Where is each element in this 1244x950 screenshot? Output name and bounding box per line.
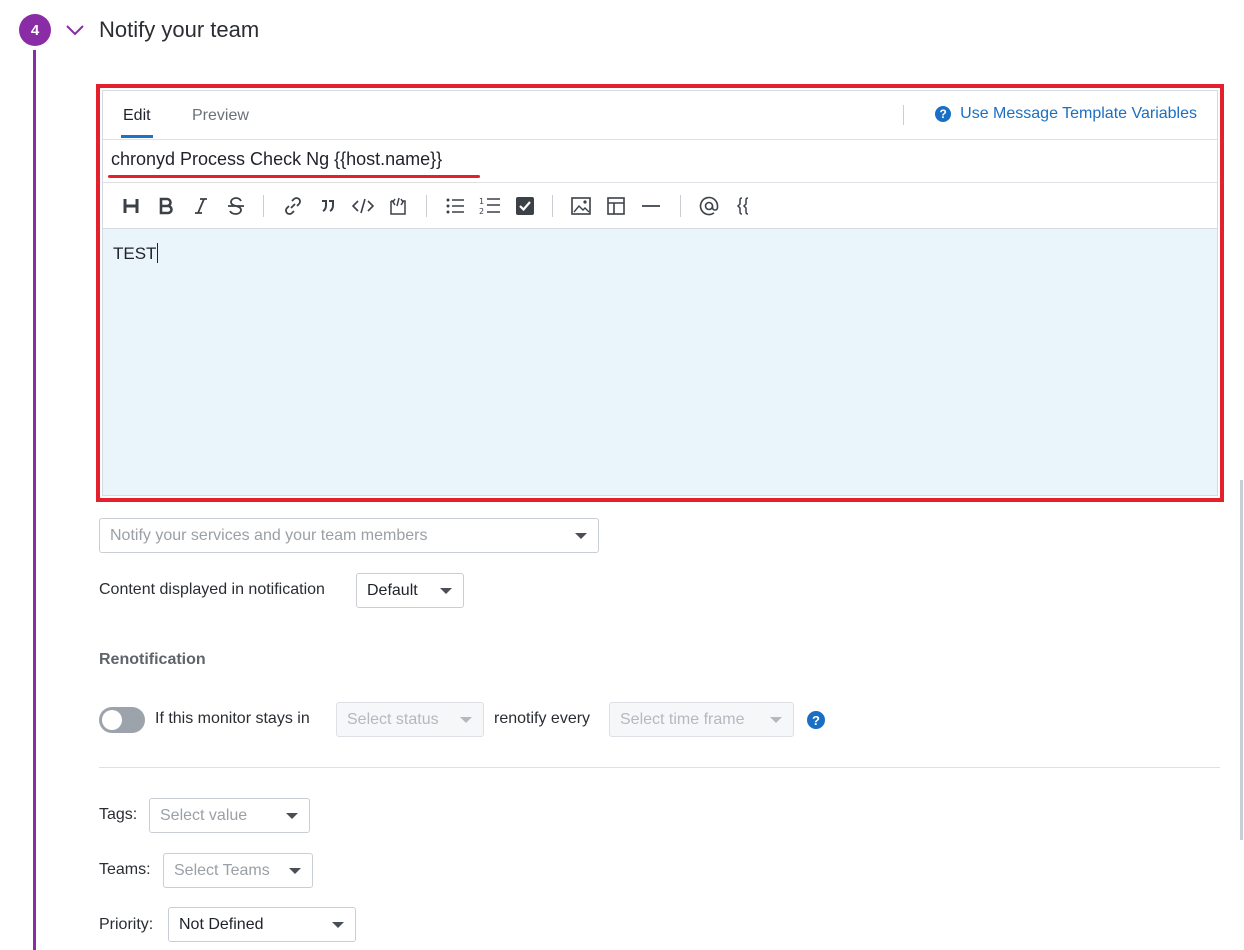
notify-recipients-select[interactable]: Notify your services and your team membe… <box>99 518 599 553</box>
step-number-badge: 4 <box>19 14 51 46</box>
message-editor: Edit Preview ? Use Message Template Vari… <box>102 90 1218 496</box>
title-underline-annotation <box>108 175 480 178</box>
message-title-input[interactable]: chronyd Process Check Ng {{host.name}} <box>111 149 442 170</box>
active-tab-indicator <box>121 135 153 138</box>
notify-recipients-placeholder: Notify your services and your team membe… <box>110 526 428 544</box>
question-circle-icon[interactable]: ? <box>807 711 825 729</box>
page-scrollbar[interactable] <box>1240 480 1243 840</box>
caret-down-icon <box>332 921 344 928</box>
template-variables-label: Use Message Template Variables <box>960 105 1197 122</box>
teams-placeholder: Select Teams <box>174 861 270 879</box>
caret-down-icon <box>460 716 472 723</box>
mention-icon[interactable] <box>697 194 721 218</box>
content-displayed-label: Content displayed in notification <box>99 581 325 598</box>
strikethrough-icon[interactable] <box>224 194 248 218</box>
teams-select[interactable]: Select Teams <box>163 853 313 888</box>
link-icon[interactable] <box>281 194 305 218</box>
renotify-prefix-label: If this monitor stays in <box>155 710 310 727</box>
priority-value: Not Defined <box>179 915 264 933</box>
checkbox-list-icon[interactable] <box>513 194 537 218</box>
toolbar-divider <box>426 195 427 217</box>
caret-down-icon <box>286 812 298 819</box>
formatting-toolbar: 12 <box>103 183 1217 229</box>
tab-edit[interactable]: Edit <box>123 107 151 125</box>
bullet-list-icon[interactable] <box>443 194 467 218</box>
chevron-down-icon[interactable] <box>64 22 86 38</box>
priority-label: Priority: <box>99 916 154 933</box>
toggle-knob <box>102 710 122 730</box>
section-title: Notify your team <box>99 17 260 42</box>
template-variables-link[interactable]: ? Use Message Template Variables <box>935 105 1197 123</box>
renotify-timeframe-select[interactable]: Select time frame <box>609 702 794 737</box>
numbered-list-icon[interactable]: 12 <box>478 194 502 218</box>
horizontal-rule-icon[interactable] <box>639 194 663 218</box>
italic-icon[interactable] <box>189 194 213 218</box>
image-icon[interactable] <box>569 194 593 218</box>
tabs-divider <box>903 105 904 125</box>
toolbar-divider <box>263 195 264 217</box>
message-body-content: TEST <box>113 243 159 263</box>
caret-down-icon <box>575 532 587 539</box>
svg-text:2: 2 <box>479 207 484 216</box>
tags-label: Tags: <box>99 806 138 823</box>
renotify-status-select[interactable]: Select status <box>336 702 484 737</box>
renotification-heading: Renotification <box>99 651 206 668</box>
renotify-toggle[interactable] <box>99 707 145 733</box>
question-circle-icon: ? <box>935 106 952 122</box>
toolbar-divider <box>552 195 553 217</box>
teams-label: Teams: <box>99 861 151 878</box>
content-displayed-value: Default <box>367 581 418 599</box>
toolbar-divider <box>680 195 681 217</box>
step-rail <box>33 50 36 950</box>
quote-icon[interactable] <box>316 194 340 218</box>
code-icon[interactable] <box>351 194 375 218</box>
content-displayed-select[interactable]: Default <box>356 573 464 608</box>
heading-icon[interactable] <box>119 194 143 218</box>
text-caret <box>157 243 159 263</box>
message-editor-highlight: Edit Preview ? Use Message Template Vari… <box>96 84 1224 502</box>
tags-placeholder: Select value <box>160 806 248 824</box>
renotify-status-placeholder: Select status <box>347 710 439 728</box>
tags-select[interactable]: Select value <box>149 798 310 833</box>
bold-icon[interactable] <box>154 194 178 218</box>
priority-select[interactable]: Not Defined <box>168 907 356 942</box>
message-body-textarea[interactable]: TEST <box>103 229 1217 495</box>
renotify-every-label: renotify every <box>494 710 591 727</box>
caret-down-icon <box>440 587 452 594</box>
caret-down-icon <box>289 867 301 874</box>
editor-tabs: Edit Preview ? Use Message Template Vari… <box>103 91 1217 140</box>
section-divider <box>99 767 1220 768</box>
caret-down-icon <box>770 716 782 723</box>
renotify-timeframe-placeholder: Select time frame <box>620 710 745 728</box>
template-variable-icon[interactable] <box>732 194 756 218</box>
message-title-row: chronyd Process Check Ng {{host.name}} <box>103 139 1217 183</box>
tab-preview[interactable]: Preview <box>192 107 249 125</box>
svg-text:1: 1 <box>479 197 484 206</box>
table-icon[interactable] <box>604 194 628 218</box>
code-block-icon[interactable] <box>386 194 410 218</box>
